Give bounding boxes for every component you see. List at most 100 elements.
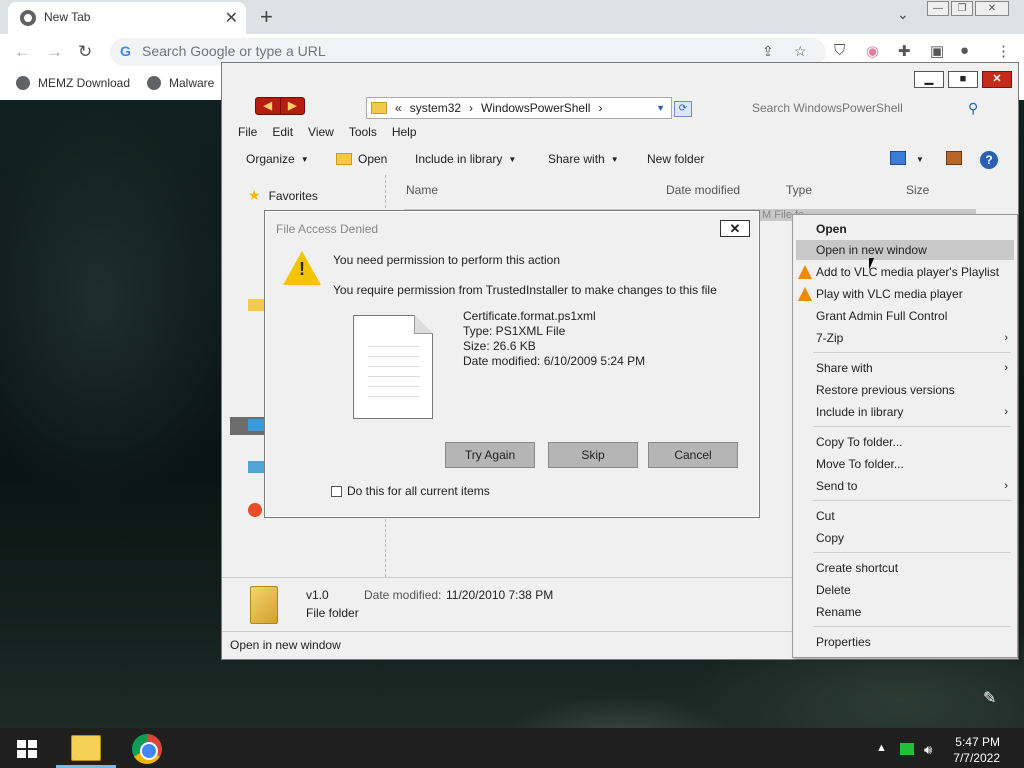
explorer-back-icon[interactable]: ◀ <box>256 98 281 114</box>
explorer-maximize-button[interactable]: ■ <box>948 71 978 88</box>
menu-view[interactable]: View <box>308 125 334 145</box>
share-icon[interactable]: ⇪ <box>762 43 774 60</box>
reload-icon[interactable]: ↻ <box>78 42 92 62</box>
ctx-copy[interactable]: Copy <box>796 528 1014 548</box>
mouse-cursor-icon <box>869 258 874 270</box>
view-chevron-down-icon[interactable]: ▼ <box>916 155 924 164</box>
vlc-cone-icon <box>798 265 812 279</box>
explorer-close-button[interactable]: ✕ <box>982 71 1012 88</box>
details-type: File folder <box>306 606 359 620</box>
explorer-search-input[interactable] <box>752 101 962 115</box>
chrome-menu-icon[interactable]: ⋮ <box>996 42 1011 60</box>
dialog-close-button[interactable]: ✕ <box>720 220 750 237</box>
address-bar-row: ◀ ▶ « system32 › WindowsPowerShell › ▼ ⟳… <box>222 93 1018 123</box>
ctx-open[interactable]: Open <box>796 219 1014 239</box>
ctx-restore-previous-versions[interactable]: Restore previous versions <box>796 380 1014 400</box>
menu-file[interactable]: File <box>238 125 257 145</box>
file-explorer-icon <box>71 735 101 761</box>
column-name[interactable]: Name <box>406 183 438 197</box>
pen-icon[interactable]: ✎ <box>983 688 996 708</box>
back-icon[interactable]: ← <box>14 42 31 62</box>
address-breadcrumb[interactable]: « system32 › WindowsPowerShell › ▼ <box>366 97 672 119</box>
forward-icon[interactable]: → <box>46 42 63 62</box>
breadcrumb-windowspowershell[interactable]: WindowsPowerShell <box>481 101 590 115</box>
tab-new-tab[interactable]: New Tab ✕ <box>8 2 246 34</box>
new-folder-button[interactable]: New folder <box>647 152 704 166</box>
flash-drive-icon[interactable] <box>248 503 262 517</box>
menu-help[interactable]: Help <box>392 125 417 145</box>
refresh-icon[interactable]: ⟳ <box>674 101 692 117</box>
help-icon[interactable]: ? <box>980 151 998 169</box>
ctx-grant-admin-full-control[interactable]: Grant Admin Full Control <box>796 306 1014 326</box>
taskbar-chrome-icon[interactable] <box>132 734 162 764</box>
ctx-open-in-new-window[interactable]: Open in new window <box>796 240 1014 260</box>
checkbox-box[interactable] <box>331 485 342 497</box>
breadcrumb-system32[interactable]: system32 <box>410 101 461 115</box>
taskbar-explorer[interactable] <box>56 730 116 768</box>
profile-avatar-icon[interactable]: ● <box>960 42 969 59</box>
tab-search-chevron-icon[interactable]: ⌄ <box>897 6 909 23</box>
bookmark-memz[interactable]: MEMZ Download <box>16 76 130 90</box>
ublock-icon[interactable]: ⛉ <box>834 42 845 59</box>
cancel-button[interactable]: Cancel <box>648 442 738 468</box>
include-in-library-button[interactable]: Include in library ▼ <box>415 152 516 166</box>
share-with-button[interactable]: Share with ▼ <box>548 152 619 166</box>
restore-button[interactable]: ❐ <box>951 1 973 16</box>
bookmark-star-icon[interactable]: ☆ <box>794 43 807 60</box>
open-button[interactable]: Open <box>336 152 387 166</box>
start-button[interactable] <box>17 740 37 758</box>
search-icon[interactable]: ⚲ <box>968 100 978 117</box>
new-tab-button[interactable]: + <box>260 4 273 30</box>
ctx-play-with-vlc[interactable]: Play with VLC media player <box>796 284 1014 304</box>
document-icon <box>353 315 433 419</box>
try-again-button[interactable]: Try Again <box>445 442 535 468</box>
ctx-cut[interactable]: Cut <box>796 506 1014 526</box>
ctx-send-to[interactable]: Send to › <box>796 476 1014 496</box>
organize-button[interactable]: Organize ▼ <box>246 152 309 166</box>
skip-button[interactable]: Skip <box>548 442 638 468</box>
menu-edit[interactable]: Edit <box>272 125 293 145</box>
ctx-create-shortcut[interactable]: Create shortcut <box>796 558 1014 578</box>
omnibox-input[interactable] <box>142 43 742 59</box>
ctx-rename[interactable]: Rename <box>796 602 1014 622</box>
nav-favorites[interactable]: ★ Favorites <box>248 187 318 204</box>
bookmark-malware[interactable]: Malware <box>147 76 214 90</box>
volume-icon[interactable]: 🔊︎ <box>924 742 932 758</box>
ctx-copy-to-folder[interactable]: Copy To folder... <box>796 432 1014 452</box>
explorer-search[interactable]: ⚲ <box>752 97 994 119</box>
submenu-arrow-icon: › <box>1004 406 1008 418</box>
ctx-properties[interactable]: Properties <box>796 632 1014 652</box>
apply-all-checkbox[interactable]: Do this for all current items <box>331 484 490 498</box>
minimize-button[interactable]: — <box>927 1 949 16</box>
close-tab-icon[interactable]: ✕ <box>225 8 238 28</box>
column-size[interactable]: Size <box>906 183 929 197</box>
ctx-7zip[interactable]: 7-Zip › <box>796 328 1014 348</box>
ctx-include-in-library[interactable]: Include in library › <box>796 402 1014 422</box>
ctx-add-to-vlc-playlist[interactable]: Add to VLC media player's Playlist <box>796 262 1014 282</box>
extensions-puzzle-icon[interactable]: ✚ <box>898 42 911 60</box>
explorer-forward-icon[interactable]: ▶ <box>281 98 305 114</box>
open-folder-icon <box>336 153 352 165</box>
close-window-button[interactable]: ✕ <box>975 1 1009 16</box>
explorer-minimize-button[interactable]: ▁ <box>914 71 944 88</box>
column-date-modified[interactable]: Date modified <box>666 183 740 197</box>
ctx-share-with[interactable]: Share with › <box>796 358 1014 378</box>
extension-flag-icon[interactable]: ◉ <box>866 42 879 60</box>
context-menu: Open Open in new window Add to VLC media… <box>792 214 1018 658</box>
clock[interactable]: 5:47 PM 7/7/2022 <box>944 734 1000 766</box>
network-status-icon[interactable] <box>900 743 914 755</box>
file-type: Type: PS1XML File <box>463 324 566 338</box>
globe-icon <box>16 76 30 90</box>
ctx-delete[interactable]: Delete <box>796 580 1014 600</box>
tray-overflow-icon[interactable]: ▲ <box>876 742 887 754</box>
network-icon[interactable] <box>248 461 264 473</box>
address-dropdown-icon[interactable]: ▼ <box>656 103 665 113</box>
libraries-folder-icon[interactable] <box>248 299 264 311</box>
ctx-move-to-folder[interactable]: Move To folder... <box>796 454 1014 474</box>
column-type[interactable]: Type <box>786 183 812 197</box>
tab-strip: New Tab ✕ + ⌄ — ❐ ✕ <box>0 0 1024 34</box>
menu-tools[interactable]: Tools <box>349 125 377 145</box>
change-view-icon[interactable] <box>890 151 906 165</box>
side-panel-icon[interactable]: ▣ <box>930 42 944 60</box>
preview-pane-icon[interactable] <box>946 151 962 165</box>
